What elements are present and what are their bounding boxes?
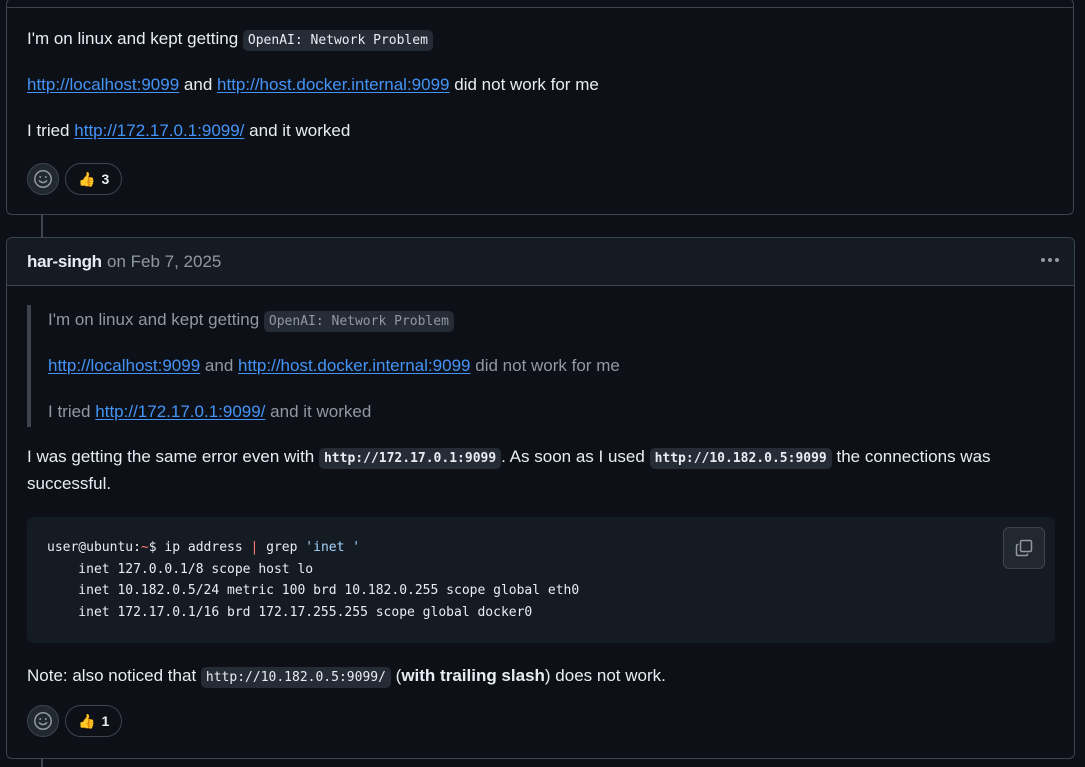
thumbs-up-icon: 👍 — [78, 170, 96, 187]
link-docker-ip[interactable]: http://172.17.0.1:9099/ — [74, 121, 244, 140]
inline-code: OpenAI: Network Problem — [242, 30, 433, 51]
comment-text: I was getting the same error even with — [27, 447, 315, 466]
code-output-line: inet 10.182.0.5/24 metric 100 brd 10.182… — [47, 583, 580, 598]
card-divider — [7, 7, 1073, 8]
code-output-line: inet 127.0.0.1/8 scope host lo — [47, 561, 314, 577]
thumbs-up-icon: 👍 — [78, 712, 96, 729]
link-localhost[interactable]: http://localhost:9099 — [27, 75, 179, 94]
comment-author[interactable]: har-singh — [27, 249, 102, 275]
timeline-connector — [41, 759, 43, 767]
reaction-count: 3 — [101, 170, 110, 187]
quote-text: I tried — [48, 402, 91, 421]
comment-paragraph: I was getting the same error even with h… — [27, 444, 991, 470]
link-docker-ip[interactable]: http://172.17.0.1:9099/ — [95, 402, 265, 421]
inline-code: http://10.182.0.5:9099 — [649, 448, 832, 469]
comment-options-button[interactable] — [1038, 248, 1062, 272]
reactions-bar: 👍 3 — [27, 163, 123, 195]
comment-paragraph-continued: successful. — [27, 471, 111, 497]
comment-text: did not work for me — [454, 75, 599, 94]
comment-text: I tried — [27, 121, 70, 140]
quote-text: and — [204, 356, 234, 375]
quote-text: did not work for me — [475, 356, 620, 375]
comment-card-1: I'm on linux and kept getting OpenAI: Ne… — [6, 0, 1074, 215]
comment-card-2: har-singh on Feb 7, 2025 I'm on linux an… — [6, 237, 1075, 759]
copy-icon — [1015, 539, 1033, 557]
code-token: grep — [258, 540, 306, 555]
comment-text: and — [183, 75, 213, 94]
comment-text: successful. — [27, 474, 112, 493]
reaction-count: 1 — [101, 712, 110, 729]
link-host-docker-internal[interactable]: http://host.docker.internal:9099 — [238, 356, 471, 375]
code-output-line: inet 172.17.0.1/16 brd 172.17.255.255 sc… — [47, 604, 533, 620]
smiley-icon — [34, 712, 52, 730]
add-reaction-button[interactable] — [27, 705, 59, 737]
quote-paragraph: I tried http://172.17.0.1:9099/ and it w… — [48, 399, 371, 425]
code-token: 'inet ' — [305, 540, 361, 555]
comment-paragraph: Note: also noticed that http://10.182.0.… — [27, 663, 666, 689]
comment-text: and it worked — [249, 121, 351, 140]
quote-paragraph: I'm on linux and kept getting OpenAI: Ne… — [48, 307, 454, 333]
timeline-connector — [41, 215, 43, 237]
thumbs-up-reaction[interactable]: 👍 1 — [65, 705, 123, 737]
link-localhost[interactable]: http://localhost:9099 — [48, 356, 200, 375]
copy-button[interactable] — [1003, 527, 1045, 569]
quote-paragraph: http://localhost:9099 and http://host.do… — [48, 353, 620, 379]
inline-code: http://10.182.0.5:9099/ — [200, 667, 391, 688]
link-host-docker-internal[interactable]: http://host.docker.internal:9099 — [217, 75, 450, 94]
comment-paragraph: http://localhost:9099 and http://host.do… — [27, 72, 599, 98]
inline-code: http://172.17.0.1:9099 — [318, 448, 502, 469]
comment-text: ) does not work. — [544, 666, 666, 685]
quote-text: I'm on linux and kept getting — [48, 310, 260, 329]
comment-paragraph: I tried http://172.17.0.1:9099/ and it w… — [27, 118, 350, 144]
bold-text: with trailing slash — [401, 666, 545, 685]
comment-text: Note: also noticed that — [27, 666, 197, 685]
thumbs-up-reaction[interactable]: 👍 3 — [65, 163, 123, 195]
add-reaction-button[interactable] — [27, 163, 59, 195]
kebab-horizontal-icon — [1041, 258, 1045, 262]
comment-text: I'm on linux and kept getting — [27, 29, 239, 48]
blockquote: I'm on linux and kept getting OpenAI: Ne… — [27, 305, 1051, 427]
inline-code: OpenAI: Network Problem — [263, 311, 454, 332]
comment-text: . As soon as I used — [501, 447, 645, 466]
code-token: $ ip address — [148, 540, 251, 555]
comment-date[interactable]: on Feb 7, 2025 — [107, 249, 221, 275]
code-token: ~ — [140, 540, 149, 555]
code-block: user@ubuntu:~$ ip address | grep 'inet '… — [27, 517, 1055, 643]
comment-text: the connections was — [836, 447, 991, 466]
code-token: user@ubuntu: — [47, 540, 141, 555]
comment-header: har-singh on Feb 7, 2025 — [7, 238, 1074, 286]
quote-text: and it worked — [270, 402, 372, 421]
code-content[interactable]: user@ubuntu:~$ ip address | grep 'inet '… — [47, 537, 579, 623]
reactions-bar: 👍 1 — [27, 705, 123, 737]
smiley-icon — [34, 170, 52, 188]
comment-paragraph: I'm on linux and kept getting OpenAI: Ne… — [27, 26, 433, 52]
